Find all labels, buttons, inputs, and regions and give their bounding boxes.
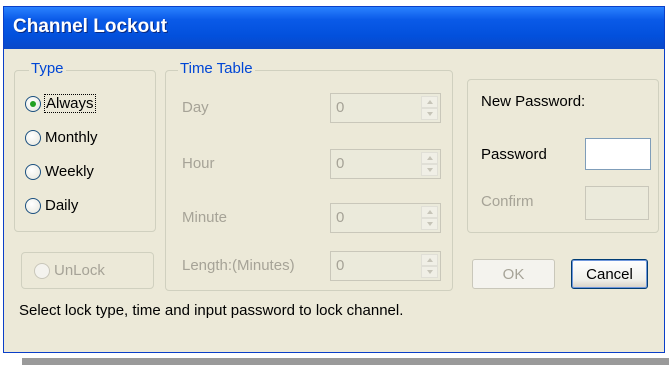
radio-always-indicator [25,95,41,112]
hour-spin-down-icon[interactable] [421,164,438,176]
day-spin-down-icon[interactable] [421,108,438,120]
radio-daily-label: Daily [45,197,79,214]
day-value: 0 [336,99,345,116]
password-group: New Password: Password Confirm [467,79,659,233]
minute-spin-up-icon[interactable] [421,206,438,218]
title-bar[interactable]: Channel Lockout [4,7,664,49]
radio-monthly[interactable]: Monthly [25,129,98,146]
radio-monthly-indicator [25,129,41,146]
minute-spin-down-icon[interactable] [421,218,438,230]
length-label: Length:(Minutes) [182,257,295,274]
length-spin-down-icon[interactable] [421,266,438,278]
confirm-label: Confirm [481,193,534,210]
dialog-content: Type Always Monthly Weekly Daily UnLock … [4,49,664,352]
new-password-title: New Password: [481,93,586,110]
hour-spinner-buttons [421,152,438,176]
password-label: Password [481,146,547,163]
day-spinner[interactable]: 0 [330,93,441,123]
day-label: Day [182,99,209,116]
unlock-box: UnLock [21,252,154,289]
unlock-indicator [34,262,50,279]
password-field[interactable] [585,138,651,170]
radio-weekly-indicator [25,163,41,180]
radio-weekly[interactable]: Weekly [25,163,94,180]
hour-spinner[interactable]: 0 [330,149,441,179]
ok-button[interactable]: OK [472,259,555,289]
time-table-legend: Time Table [178,60,255,77]
radio-always[interactable]: Always [25,94,96,113]
window-shadow [22,358,669,365]
minute-spinner[interactable]: 0 [330,203,441,233]
type-group: Type Always Monthly Weekly Daily [14,60,156,232]
length-spin-up-icon[interactable] [421,254,438,266]
minute-spinner-buttons [421,206,438,230]
radio-daily-indicator [25,197,41,214]
channel-lockout-dialog: Channel Lockout Type Always Monthly Week… [3,6,665,353]
hour-label: Hour [182,155,215,172]
radio-monthly-label: Monthly [45,129,98,146]
length-spinner[interactable]: 0 [330,251,441,281]
radio-daily[interactable]: Daily [25,197,78,214]
confirm-password-field[interactable] [585,186,649,220]
time-table-group: Time Table Day 0 Hour 0 Minute 0 Length:… [165,60,453,291]
radio-always-label: Always [44,94,96,113]
minute-value: 0 [336,209,345,226]
unlock-toggle[interactable]: UnLock [34,262,105,279]
length-value: 0 [336,257,345,274]
window-title: Channel Lockout [13,16,168,37]
length-spinner-buttons [421,254,438,278]
radio-weekly-label: Weekly [45,163,94,180]
type-group-legend: Type [29,60,66,77]
cancel-button[interactable]: Cancel [571,259,648,289]
status-text: Select lock type, time and input passwor… [19,302,404,319]
hour-value: 0 [336,155,345,172]
minute-label: Minute [182,209,228,226]
unlock-label: UnLock [54,262,105,279]
day-spin-up-icon[interactable] [421,96,438,108]
day-spinner-buttons [421,96,438,120]
hour-spin-up-icon[interactable] [421,152,438,164]
